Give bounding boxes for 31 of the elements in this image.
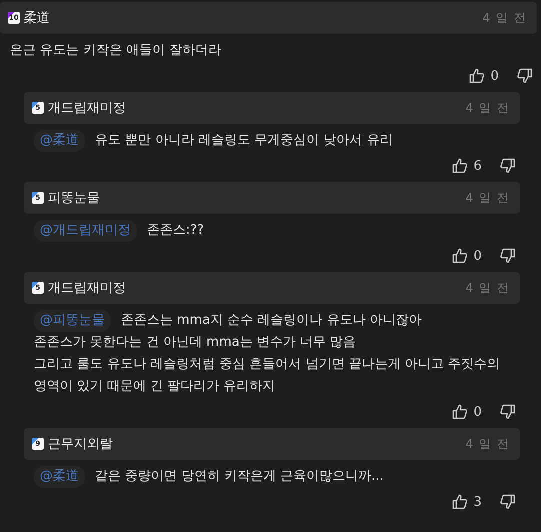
- comment-text: 존존스:??: [147, 222, 204, 240]
- timestamp: 4 일 전: [466, 280, 510, 296]
- like-count: 6: [474, 158, 482, 174]
- thumbs-up-icon[interactable]: [452, 494, 468, 510]
- author-name[interactable]: 柔道: [24, 9, 50, 27]
- comment-text: 유도 뿐만 아니라 레슬링도 무게중심이 낮아서 유리: [95, 132, 393, 150]
- thumbs-up-icon[interactable]: [468, 68, 485, 84]
- comment-text: 은근 유도는 키작은 애들이 잘하더라: [10, 42, 222, 60]
- thumbs-down-icon[interactable]: [517, 68, 533, 84]
- timestamp: 4 일 전: [482, 10, 527, 26]
- thumbs-down-icon[interactable]: [500, 494, 516, 510]
- comment-text: 존존스가 못한다는 건 아닌데 mma는 변수가 너무 많음 그리고 룰도 유도나 레슬링처럼 중심 흔들어서 넘기면 끝나는게 아니고 주짓수의 영역이 있기 때문에 긴 팔다리가 유리하지: [34, 334, 502, 396]
- thumbs-down-icon[interactable]: [500, 248, 516, 264]
- thumbs-down-icon[interactable]: [500, 158, 516, 174]
- author-name[interactable]: 개드립재미정: [48, 279, 126, 297]
- comment-text: 존존스는 mma지 순수 레슬링이나 유도나 아니잖아: [121, 312, 422, 330]
- timestamp: 4 일 전: [466, 190, 510, 206]
- like-count: 0: [490, 68, 499, 84]
- author-name[interactable]: 근무지외랄: [48, 435, 113, 453]
- thumbs-up-icon[interactable]: [452, 248, 468, 264]
- like-count: 0: [474, 248, 482, 264]
- thumbs-down-icon[interactable]: [500, 404, 516, 420]
- author-name[interactable]: 피똥눈물: [48, 189, 100, 207]
- timestamp: 4 일 전: [466, 436, 510, 452]
- like-count: 3: [474, 494, 482, 510]
- thumbs-up-icon[interactable]: [452, 158, 468, 174]
- comment-text: 같은 중량이면 당연히 키작은게 근육이많으니까...: [95, 468, 384, 486]
- thumbs-up-icon[interactable]: [452, 404, 468, 420]
- like-count: 0: [474, 404, 482, 420]
- author-name[interactable]: 개드립재미정: [48, 99, 126, 117]
- timestamp: 4 일 전: [466, 100, 510, 116]
